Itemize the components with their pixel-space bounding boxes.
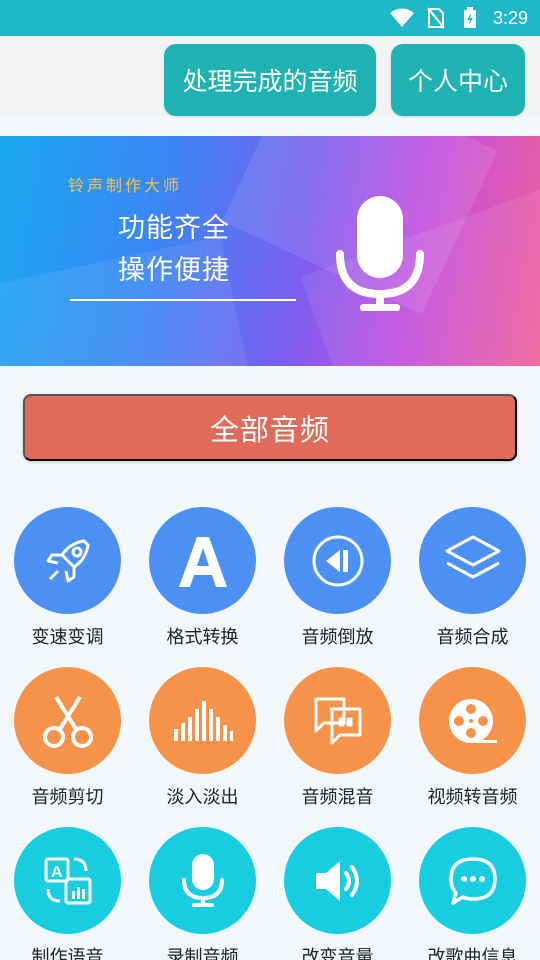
tool-label: 改歌曲信息 [427,947,518,960]
status-bar: 3:29 [0,0,540,36]
microphone-icon [149,827,256,934]
personal-center-button[interactable]: 个人中心 [391,44,525,116]
tool-label: 音频混音 [301,787,374,808]
scissors-icon [14,667,121,774]
layers-icon [419,507,526,614]
banner-divider [70,299,296,301]
tool-label: 音频合成 [436,627,509,648]
film-reel-icon [419,667,526,774]
processed-audio-button[interactable]: 处理完成的音频 [164,44,376,116]
tool-label: 视频转音频 [427,787,518,808]
tool-make-voice[interactable]: A 制作语音 [0,827,135,960]
banner-headline-1: 功能齐全 [118,213,230,244]
tool-change-volume[interactable]: 改变音量 [270,827,405,960]
svg-text:A: A [51,864,63,881]
mix-chat-icon [284,667,391,774]
tool-record-audio[interactable]: 录制音频 [135,827,270,960]
speaker-icon [284,827,391,934]
chat-bubble-icon [419,827,526,934]
rocket-icon [14,507,121,614]
top-action-bar: 处理完成的音频 个人中心 [0,36,540,116]
banner-headline-2: 操作便捷 [118,255,230,286]
all-audio-button[interactable]: 全部音频 [23,394,517,461]
tool-speed-pitch[interactable]: 变速变调 [0,507,135,667]
banner-subtitle: 铃声制作大师 [68,176,183,195]
sound-bars-icon [149,667,256,774]
tool-label: 格式转换 [166,627,239,648]
tool-label: 改变音量 [301,947,374,960]
tool-edit-song-info[interactable]: 改歌曲信息 [405,827,540,960]
rewind-icon [284,507,391,614]
letter-a-icon [149,507,256,614]
tool-audio-merge[interactable]: 音频合成 [405,507,540,667]
tool-label: 录制音频 [166,947,239,960]
wifi-icon [389,7,415,29]
tool-audio-mix[interactable]: 音频混音 [270,667,405,827]
tool-audio-cut[interactable]: 音频剪切 [0,667,135,827]
tool-format-convert[interactable]: 格式转换 [135,507,270,667]
tool-label: 音频剪切 [31,787,104,808]
translate-icon: A [14,827,121,934]
tool-label: 制作语音 [31,947,104,960]
no-sim-icon [423,7,449,29]
tool-label: 音频倒放 [301,627,374,648]
tool-reverse-audio[interactable]: 音频倒放 [270,507,405,667]
tool-label: 淡入淡出 [166,787,239,808]
tool-video-to-audio[interactable]: 视频转音频 [405,667,540,827]
microphone-icon [336,196,424,311]
tool-label: 变速变调 [31,627,104,648]
clock: 3:29 [492,7,528,28]
promo-banner[interactable]: 铃声制作大师 功能齐全 操作便捷 [0,136,540,366]
battery-charging-icon [457,7,483,29]
tool-fade-in-out[interactable]: 淡入淡出 [135,667,270,827]
